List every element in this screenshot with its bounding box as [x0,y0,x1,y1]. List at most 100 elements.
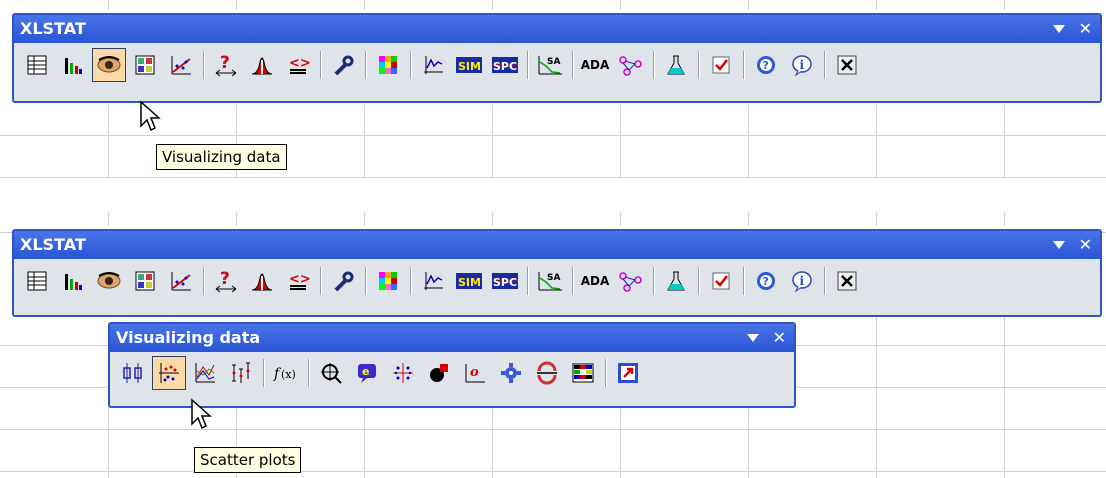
toolbar-title-bar[interactable]: XLSTAT ✕ [14,231,1100,259]
close-icon[interactable]: ✕ [1079,15,1092,43]
ada-button[interactable]: ADA [578,48,612,82]
svg-text:i: i [800,274,805,288]
spc-button[interactable]: SPC [488,48,522,82]
tooltip-visualizing-data: Visualizing data [156,144,287,170]
checkbox-icon [712,272,730,290]
color-matrix-button[interactable] [371,264,405,298]
time-series-button[interactable] [416,264,450,298]
help-icon: ? [757,56,775,74]
scatter-plots-button[interactable] [152,356,186,390]
time-series-icon [424,272,443,290]
close-xlstat-button[interactable] [830,264,864,298]
data-table-button[interactable] [20,48,54,82]
subtoolbar-title: Visualizing data [116,328,261,347]
spc-icon: SPC [492,273,518,289]
ada-icon: ADA [580,274,610,288]
sim-icon: SIM [456,57,482,73]
modeling-data-button[interactable] [164,264,198,298]
subtoolbar-title-bar[interactable]: Visualizing data ✕ [110,324,794,352]
visualizing-data-toolbar: Visualizing data ✕ f (x) e o [108,322,796,408]
svg-text:?: ? [763,59,769,72]
testing-hypotheses-button[interactable]: ? [209,48,243,82]
dataflagger-button[interactable] [566,356,600,390]
compare-icon: <> [289,56,310,74]
easy-labels-button[interactable]: e [350,356,384,390]
about-button[interactable]: i [785,264,819,298]
time-series-button[interactable] [416,48,450,82]
checkbox-button[interactable] [704,264,738,298]
sensory-icon: SA [538,56,562,75]
grid-button[interactable] [128,264,162,298]
plot-transformations-button[interactable]: o [458,356,492,390]
tools-button[interactable] [326,48,360,82]
eye-icon [97,56,121,73]
svg-text:?: ? [220,53,230,73]
grid-icon [135,55,155,75]
sensory-analysis-button[interactable]: SA [533,48,567,82]
tools-button[interactable] [326,264,360,298]
modeling-data-button[interactable] [164,48,198,82]
flask-icon [667,55,685,75]
toolbar-options-icon[interactable] [1052,241,1065,249]
color-matrix-button[interactable] [371,48,405,82]
parallel-lines-icon [195,363,215,383]
network-button[interactable] [614,264,648,298]
export-plot-button[interactable] [611,356,645,390]
resize-plot-button[interactable] [530,356,564,390]
describing-data-button[interactable] [56,48,90,82]
scatter-line-icon [171,272,191,291]
circular-arrows-icon [537,361,557,385]
about-button[interactable]: i [785,48,819,82]
zoom-plot-button[interactable] [314,356,348,390]
reposition-labels-button[interactable] [386,356,420,390]
orthonormal-plots-button[interactable] [422,356,456,390]
error-bars-button[interactable] [224,356,258,390]
svg-text:SPC: SPC [493,60,517,73]
grid-icon [135,271,155,291]
sim-button[interactable]: SIM [452,264,486,298]
close-xlstat-button[interactable] [830,48,864,82]
network-icon [619,272,642,292]
toolbar-options-icon[interactable] [1052,25,1065,33]
close-icon[interactable]: ✕ [1079,231,1092,259]
parallel-coordinates-button[interactable] [188,356,222,390]
distribution-button[interactable] [245,264,279,298]
grid-button[interactable] [128,48,162,82]
svg-text:SPC: SPC [493,276,517,289]
network-button[interactable] [614,48,648,82]
visualizing-data-button[interactable] [92,264,126,298]
help-button[interactable]: ? [749,264,783,298]
testing-hypotheses-button[interactable]: ? [209,264,243,298]
experiment-button[interactable] [659,48,693,82]
data-table-icon [27,55,47,75]
describing-data-button[interactable] [56,264,90,298]
compare-icon: <> [289,272,310,290]
svg-text:?: ? [220,269,230,289]
spc-button[interactable]: SPC [488,264,522,298]
univariate-plots-button[interactable] [116,356,150,390]
compare-button[interactable]: <> [281,264,315,298]
help-button[interactable]: ? [749,48,783,82]
data-table-button[interactable] [20,264,54,298]
toolbar-options-icon[interactable] [746,334,759,342]
close-icon[interactable]: ✕ [773,324,786,352]
function-plot-button[interactable]: f (x) [269,356,303,390]
box-plot-icon [123,363,142,383]
info-icon: i [792,271,812,293]
checkbox-button[interactable] [704,48,738,82]
ada-button[interactable]: ADA [578,264,612,298]
toolbar-buttons-row: ? <> SIM SPC SA ADA ? i [14,259,1100,303]
visualizing-data-button[interactable] [92,48,126,82]
compare-button[interactable]: <> [281,48,315,82]
distribution-button[interactable] [245,48,279,82]
function-icon: f (x) [273,366,296,382]
toolbar-title-bar[interactable]: XLSTAT ✕ [14,15,1100,43]
help-icon: ? [757,272,775,290]
sensory-analysis-button[interactable]: SA [533,264,567,298]
merge-plots-button[interactable] [494,356,528,390]
wrench-icon [334,55,354,76]
sim-button[interactable]: SIM [452,48,486,82]
sensory-icon: SA [538,272,562,291]
experiment-button[interactable] [659,264,693,298]
eye-icon [97,272,121,289]
